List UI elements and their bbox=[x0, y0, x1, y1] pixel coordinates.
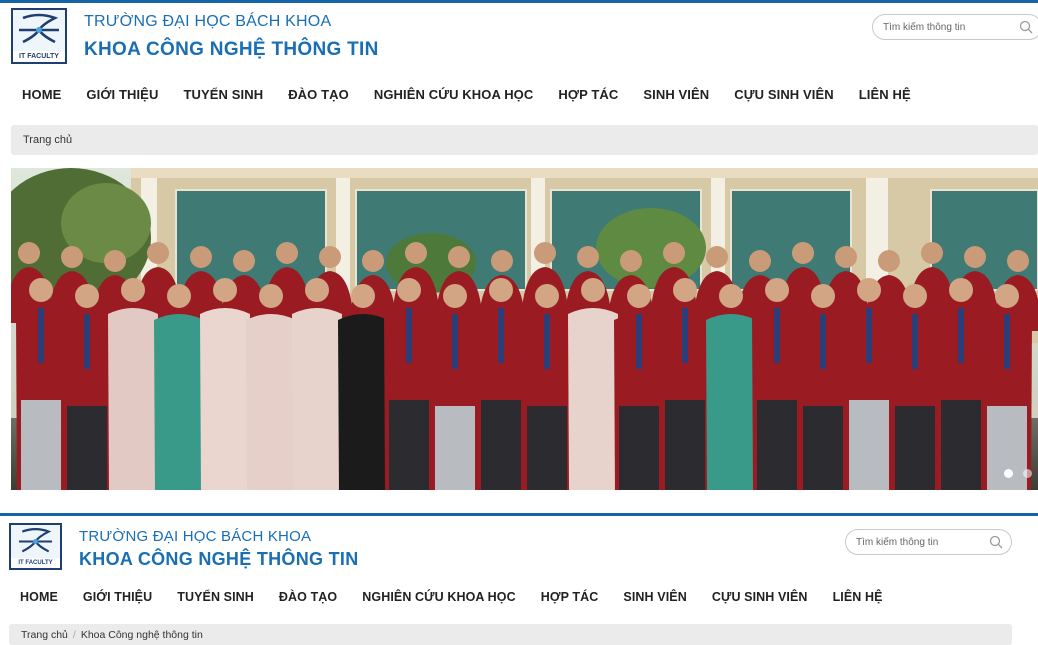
nav-sinh-vien[interactable]: SINH VIÊN bbox=[623, 590, 686, 604]
nav-home[interactable]: HOME bbox=[22, 87, 61, 102]
nav-gioi-thieu[interactable]: GIỚI THIỆU bbox=[83, 590, 152, 604]
nav-nghien-cuu[interactable]: NGHIÊN CỨU KHOA HỌC bbox=[374, 87, 534, 102]
search-input[interactable] bbox=[873, 15, 1023, 39]
faculty-logo-2[interactable]: IT FACULTY bbox=[9, 523, 62, 570]
nav-hop-tac[interactable]: HỢP TÁC bbox=[558, 87, 618, 102]
nav-lien-he[interactable]: LIÊN HỆ bbox=[833, 590, 883, 604]
top-accent-bar bbox=[0, 0, 1038, 3]
slider-dots bbox=[1004, 469, 1032, 478]
nav-cuu-sinh-vien[interactable]: CỰU SINH VIÊN bbox=[734, 87, 834, 102]
breadcrumb-2: Trang chủ / Khoa Công nghệ thông tin bbox=[9, 624, 1012, 645]
university-name: TRƯỜNG ĐẠI HỌC BÁCH KHOA bbox=[84, 13, 332, 30]
nav-dao-tao[interactable]: ĐÀO TẠO bbox=[279, 590, 337, 604]
breadcrumb-home[interactable]: Trang chủ bbox=[21, 629, 68, 641]
hero-slider[interactable] bbox=[11, 168, 1038, 490]
nav-sinh-vien[interactable]: SINH VIÊN bbox=[643, 87, 709, 102]
breadcrumb-current: Khoa Công nghệ thông tin bbox=[80, 628, 203, 641]
slider-dot-1[interactable] bbox=[1004, 469, 1013, 478]
logo-emblem-icon bbox=[13, 10, 65, 50]
nav-nghien-cuu[interactable]: NGHIÊN CỨU KHOA HỌC bbox=[362, 590, 515, 604]
university-name-2: TRƯỜNG ĐẠI HỌC BÁCH KHOA bbox=[79, 528, 312, 545]
search-box-2[interactable] bbox=[845, 529, 1012, 555]
breadcrumb-home[interactable]: Trang chủ bbox=[23, 134, 72, 146]
search-icon[interactable] bbox=[1019, 20, 1033, 34]
logo-emblem-icon bbox=[14, 525, 57, 558]
breadcrumb: Trang chủ bbox=[11, 125, 1038, 155]
search-box[interactable] bbox=[872, 14, 1038, 40]
main-nav-2: HOME GIỚI THIỆU TUYỂN SINH ĐÀO TẠO NGHIÊ… bbox=[20, 590, 883, 604]
breadcrumb-separator: / bbox=[72, 628, 76, 641]
nav-dao-tao[interactable]: ĐÀO TẠO bbox=[288, 87, 349, 102]
faculty-name[interactable]: KHOA CÔNG NGHỆ THÔNG TIN bbox=[84, 39, 379, 61]
main-nav: HOME GIỚI THIỆU TUYỂN SINH ĐÀO TẠO NGHIÊ… bbox=[22, 87, 911, 102]
nav-home[interactable]: HOME bbox=[20, 590, 58, 604]
faculty-logo[interactable]: IT FACULTY bbox=[11, 8, 67, 64]
search-input-2[interactable] bbox=[846, 530, 996, 554]
slider-dot-2[interactable] bbox=[1023, 469, 1032, 478]
nav-cuu-sinh-vien[interactable]: CỰU SINH VIÊN bbox=[712, 590, 808, 604]
nav-tuyen-sinh[interactable]: TUYỂN SINH bbox=[183, 87, 263, 102]
second-accent-bar bbox=[0, 513, 1038, 516]
search-icon[interactable] bbox=[989, 535, 1003, 549]
nav-gioi-thieu[interactable]: GIỚI THIỆU bbox=[86, 87, 158, 102]
logo-caption-2: IT FACULTY bbox=[11, 558, 60, 568]
logo-caption: IT FACULTY bbox=[13, 51, 65, 62]
nav-tuyen-sinh[interactable]: TUYỂN SINH bbox=[177, 590, 254, 604]
group-photo-image bbox=[11, 168, 1038, 490]
nav-hop-tac[interactable]: HỢP TÁC bbox=[541, 590, 599, 604]
faculty-name-2[interactable]: KHOA CÔNG NGHỆ THÔNG TIN bbox=[79, 549, 359, 570]
nav-lien-he[interactable]: LIÊN HỆ bbox=[859, 87, 911, 102]
